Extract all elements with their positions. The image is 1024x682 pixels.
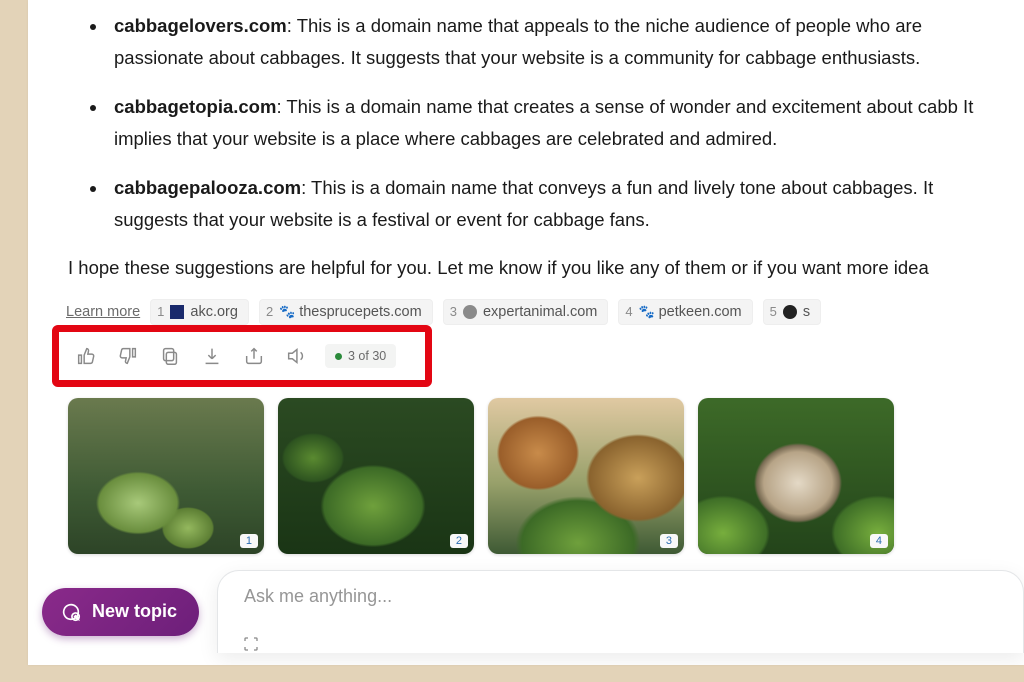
result-image[interactable]: 4 [698, 398, 894, 554]
domain-name: cabbagetopia.com [114, 96, 276, 117]
closing-text: I hope these suggestions are helpful for… [68, 252, 984, 284]
image-index-badge: 2 [450, 534, 468, 548]
message-counter: 3 of 30 [325, 344, 396, 368]
learn-more-row: Learn more 1 akc.org 2 🐾 thesprucepets.c… [28, 299, 1024, 325]
thumbs-up-icon[interactable] [73, 343, 99, 369]
domain-name: cabbagepalooza.com [114, 177, 301, 198]
citation-link[interactable]: 3 expertanimal.com [443, 299, 609, 325]
status-dot-icon [335, 353, 342, 360]
copy-icon[interactable] [157, 343, 183, 369]
citation-site: akc.org [190, 304, 238, 320]
new-topic-label: New topic [92, 601, 177, 622]
site-icon [783, 305, 797, 319]
paw-icon: 🐾 [639, 305, 653, 319]
image-results: 1 2 3 4 [68, 398, 1024, 554]
speaker-icon[interactable] [283, 343, 309, 369]
citation-number: 3 [450, 304, 457, 319]
image-placeholder [698, 398, 894, 554]
new-topic-button[interactable]: New topic [42, 588, 199, 636]
learn-more-label[interactable]: Learn more [66, 304, 140, 320]
scan-icon[interactable] [242, 635, 260, 653]
citation-link[interactable]: 1 akc.org [150, 299, 249, 325]
chat-plus-icon [60, 601, 82, 623]
citation-link[interactable]: 2 🐾 thesprucepets.com [259, 299, 433, 325]
download-icon[interactable] [199, 343, 225, 369]
message-toolbar-highlight: 3 of 30 [52, 325, 432, 387]
image-placeholder [68, 398, 264, 554]
citation-number: 1 [157, 304, 164, 319]
citation-site: s [803, 304, 810, 320]
citation-link[interactable]: 5 s [763, 299, 821, 325]
citation-site: expertanimal.com [483, 304, 597, 320]
suggestion-item: cabbagelovers.com: This is a domain name… [108, 10, 984, 75]
composer-row: New topic [42, 570, 1024, 653]
image-index-badge: 1 [240, 534, 258, 548]
citation-site: petkeen.com [659, 304, 742, 320]
assistant-response: cabbagelovers.com: This is a domain name… [28, 0, 1024, 285]
citation-number: 4 [625, 304, 632, 319]
result-image[interactable]: 1 [68, 398, 264, 554]
citation-number: 5 [770, 304, 777, 319]
domain-name: cabbagelovers.com [114, 15, 287, 36]
chat-frame: cabbagelovers.com: This is a domain name… [28, 0, 1024, 665]
thumbs-down-icon[interactable] [115, 343, 141, 369]
suggestion-item: cabbagetopia.com: This is a domain name … [108, 91, 984, 156]
compose-box[interactable] [217, 570, 1024, 653]
suggestion-item: cabbagepalooza.com: This is a domain nam… [108, 172, 984, 237]
compose-input[interactable] [242, 585, 1003, 608]
result-image[interactable]: 2 [278, 398, 474, 554]
citation-number: 2 [266, 304, 273, 319]
globe-icon [463, 305, 477, 319]
result-image[interactable]: 3 [488, 398, 684, 554]
image-index-badge: 3 [660, 534, 678, 548]
image-placeholder [278, 398, 474, 554]
site-icon [170, 305, 184, 319]
counter-text: 3 of 30 [348, 349, 386, 363]
image-placeholder [488, 398, 684, 554]
share-icon[interactable] [241, 343, 267, 369]
citation-link[interactable]: 4 🐾 petkeen.com [618, 299, 752, 325]
paw-icon: 🐾 [279, 305, 293, 319]
image-index-badge: 4 [870, 534, 888, 548]
citation-site: thesprucepets.com [299, 304, 422, 320]
